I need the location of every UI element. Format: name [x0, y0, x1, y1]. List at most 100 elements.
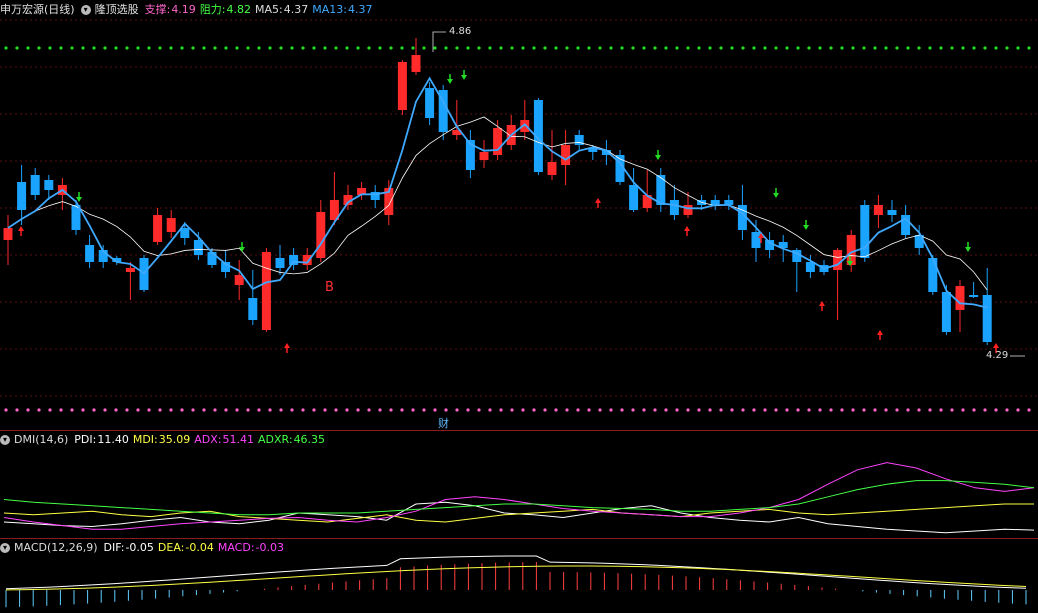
support-dot — [378, 408, 382, 412]
up-arrow-icon — [877, 330, 883, 335]
support-dot — [48, 408, 52, 412]
resist-dot — [125, 46, 129, 50]
resist-dot — [103, 46, 107, 50]
support-dot — [730, 408, 734, 412]
macd-title[interactable]: MACD(12,26,9) — [14, 541, 98, 554]
support-dot — [983, 408, 987, 412]
dropdown-circle-icon[interactable]: ▾ — [80, 5, 91, 15]
down-arrow-icon — [773, 193, 779, 198]
support-dot — [521, 408, 525, 412]
resist-dot — [180, 46, 184, 50]
support-dot — [488, 408, 492, 412]
resist-dot — [48, 46, 52, 50]
resist-dot — [411, 46, 415, 50]
support-dot — [499, 408, 503, 412]
dropdown-circle-icon[interactable]: ▾ — [0, 435, 10, 445]
adxr-line — [3, 480, 1035, 516]
stock-name[interactable]: 申万宏源(日线) — [0, 3, 75, 16]
support-dot — [862, 408, 866, 412]
support-dot — [455, 408, 459, 412]
support-dot — [37, 408, 41, 412]
support-dot — [290, 408, 294, 412]
support-dot — [785, 408, 789, 412]
candle-body — [982, 295, 992, 342]
resist-dot — [994, 46, 998, 50]
candle-body — [17, 182, 27, 210]
support-dot — [642, 408, 646, 412]
resist-dot — [895, 46, 899, 50]
dmi-header: ▾ DMI(14,6) PDI:11.40 MDI:35.09 ADX:51.41 ADX… — [0, 432, 329, 448]
support-dot — [323, 408, 327, 412]
dea-label: DEA: — [157, 541, 185, 554]
pdi-value: 11.40 — [97, 433, 129, 446]
support-dot — [246, 408, 250, 412]
resist-dot — [367, 46, 371, 50]
down-arrow-icon — [447, 79, 453, 84]
support-dot — [587, 408, 591, 412]
candle-body — [166, 218, 176, 232]
stock-chart-window[interactable]: 申万宏源(日线) ▾ 隆顶选股 支撑:4.19 阻力:4.82 MA5:4.37 MA13:… — [0, 0, 1038, 613]
resist-dot — [378, 46, 382, 50]
adxr-label: ADXR: — [258, 433, 293, 446]
dropdown-circle-icon[interactable]: ▾ — [0, 543, 10, 553]
candle-body — [873, 205, 883, 215]
resist-dot — [213, 46, 217, 50]
resist-dot — [554, 46, 558, 50]
resist-dot — [323, 46, 327, 50]
resist-dot — [257, 46, 261, 50]
buy-signal-label: B — [325, 280, 334, 295]
support-dot — [719, 408, 723, 412]
down-arrow-icon — [965, 247, 971, 252]
resist-dot — [334, 46, 338, 50]
support-dot — [477, 408, 481, 412]
support-dot — [103, 408, 107, 412]
resist-dot — [400, 46, 404, 50]
candle-body — [275, 258, 285, 268]
resist-dot — [444, 46, 448, 50]
candle-body — [547, 162, 557, 175]
resist-dot — [499, 46, 503, 50]
resist-dot — [81, 46, 85, 50]
support-dot — [26, 408, 30, 412]
support-dot — [301, 408, 305, 412]
support-dot — [796, 408, 800, 412]
resist-dot — [917, 46, 921, 50]
candle-body — [261, 252, 271, 330]
support-dot — [202, 408, 206, 412]
resist-dot — [719, 46, 723, 50]
resist-dot — [191, 46, 195, 50]
up-arrow-icon — [684, 226, 690, 231]
support-dot — [576, 408, 580, 412]
resist-dot — [774, 46, 778, 50]
support-dot — [1027, 408, 1031, 412]
candle-body — [289, 255, 299, 265]
support-dot — [279, 408, 283, 412]
support-dot — [334, 408, 338, 412]
support-dot — [840, 408, 844, 412]
resist-dot — [807, 46, 811, 50]
support-dot — [532, 408, 536, 412]
candle-body — [955, 286, 965, 310]
support-dot — [994, 408, 998, 412]
dmi-title[interactable]: DMI(14,6) — [14, 433, 68, 446]
support-dot — [653, 408, 657, 412]
adx-label: ADX: — [194, 433, 222, 446]
indicator-name[interactable]: 隆顶选股 — [95, 3, 139, 16]
pdi-line — [3, 501, 1035, 534]
macd-header: ▾ MACD(12,26,9) DIF:-0.05 DEA:-0.04 MACD:-0.… — [0, 540, 288, 556]
resist-dot — [389, 46, 393, 50]
support-value: 4.19 — [171, 3, 196, 16]
resist-dot — [631, 46, 635, 50]
finance-marker[interactable]: 财 — [438, 415, 449, 431]
support-dot — [609, 408, 613, 412]
resist-dot — [169, 46, 173, 50]
support-dot — [114, 408, 118, 412]
resist-dot — [422, 46, 426, 50]
support-dot — [345, 408, 349, 412]
candle-body — [425, 88, 435, 118]
resist-dot — [59, 46, 63, 50]
resist-dot — [862, 46, 866, 50]
resist-dot — [279, 46, 283, 50]
price-chart-canvas[interactable] — [0, 0, 1038, 613]
candle-body — [180, 228, 190, 238]
